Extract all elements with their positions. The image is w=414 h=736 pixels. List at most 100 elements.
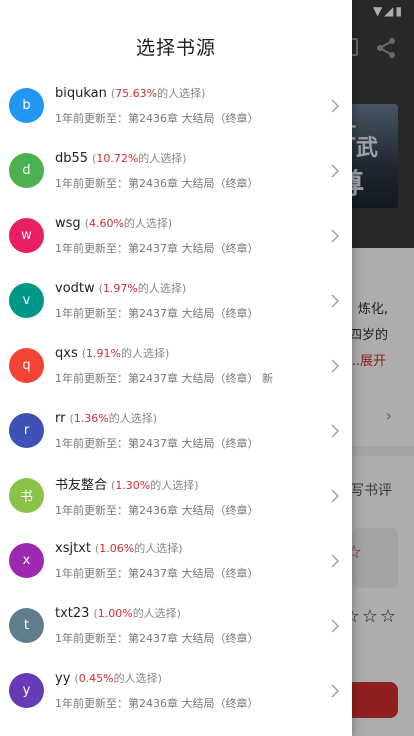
selection-rate: (1.30%的人选择)	[111, 479, 199, 492]
source-avatar: t	[9, 608, 44, 643]
selection-rate-suffix: 的人选择)	[108, 412, 158, 425]
selection-percent: 1.00%	[97, 607, 133, 620]
source-name: db55	[55, 151, 89, 166]
chevron-right-icon	[331, 684, 339, 697]
selection-percent: 1.91%	[86, 347, 121, 360]
source-title-line: 书友整合 (1.30%的人选择)	[55, 474, 352, 493]
source-avatar: q	[9, 348, 44, 383]
selection-rate-suffix: 的人选择)	[132, 607, 181, 620]
source-avatar: v	[9, 283, 44, 318]
source-name: biqukan	[55, 86, 107, 101]
source-item[interactable]: t txt23 (1.00%的人选择) 1年前更新至：第2437章 大结局（终章）	[0, 593, 352, 658]
source-avatar: x	[9, 543, 44, 578]
avatar-letter: v	[22, 293, 31, 308]
selection-rate: (1.36%的人选择)	[69, 412, 157, 425]
selection-percent: 4.60%	[88, 217, 124, 230]
chevron-right-icon	[331, 99, 339, 112]
source-item[interactable]: q qxs (1.91%的人选择) 1年前更新至：第2437章 大结局（终章） 新	[0, 333, 352, 398]
source-item[interactable]: r rr (1.36%的人选择) 1年前更新至：第2437章 大结局（终章）	[0, 398, 352, 463]
chevron-right-icon	[331, 229, 339, 242]
avatar-letter: w	[21, 228, 32, 243]
source-name: 书友整合	[55, 477, 108, 493]
selection-rate: (1.91%的人选择)	[82, 347, 170, 360]
selection-rate-suffix: 的人选择)	[157, 87, 206, 100]
source-title-line: yy (0.45%的人选择)	[55, 670, 352, 686]
source-item[interactable]: x xsjtxt (1.06%的人选择) 1年前更新至：第2437章 大结局（终章…	[0, 528, 352, 593]
source-title-line: vodtw (1.97%的人选择)	[55, 280, 352, 296]
selection-percent: 1.06%	[99, 542, 135, 555]
selection-percent: 10.72%	[96, 152, 139, 165]
selection-rate: (10.72%的人选择)	[92, 152, 187, 165]
source-item[interactable]: v vodtw (1.97%的人选择) 1年前更新至：第2437章 大结局（终章）	[0, 268, 352, 333]
source-avatar: b	[9, 88, 44, 123]
selection-rate: (4.60%的人选择)	[85, 217, 173, 230]
source-title-line: rr (1.36%的人选择)	[55, 410, 352, 426]
selection-percent: 1.36%	[73, 412, 109, 425]
source-item[interactable]: b biqukan (75.63%的人选择) 1年前更新至：第2436章 大结局（…	[0, 73, 352, 138]
source-name: yy	[55, 671, 71, 686]
selection-rate: (1.00%的人选择)	[93, 607, 181, 620]
latest-update: 1年前更新至：第2437章 大结局（终章）	[55, 567, 259, 580]
avatar-letter: x	[22, 553, 31, 568]
source-name: qxs	[55, 346, 78, 361]
source-name: vodtw	[55, 281, 95, 296]
chevron-right-icon	[331, 619, 339, 632]
chevron-right-icon	[331, 554, 339, 567]
selection-percent: 75.63%	[115, 87, 158, 100]
source-select-drawer: 选择书源 b biqukan (75.63%的人选择) 1年前更新至：第2436章…	[0, 0, 352, 736]
source-list: b biqukan (75.63%的人选择) 1年前更新至：第2436章 大结局（…	[0, 73, 352, 723]
chevron-right-icon	[331, 489, 339, 502]
selection-percent: 0.45%	[78, 672, 114, 685]
source-item[interactable]: w wsg (4.60%的人选择) 1年前更新至：第2437章 大结局（终章）	[0, 203, 352, 268]
latest-update: 1年前更新至：第2436章 大结局（终章）	[55, 503, 259, 517]
selection-rate-suffix: 的人选择)	[150, 478, 199, 492]
chevron-right-icon	[331, 424, 339, 437]
selection-rate-suffix: 的人选择)	[123, 217, 173, 230]
avatar-letter: b	[22, 98, 31, 113]
latest-update: 1年前更新至：第2437章 大结局（终章） 新	[55, 372, 273, 385]
source-name: rr	[55, 411, 66, 426]
latest-update: 1年前更新至：第2436章 大结局（终章）	[55, 697, 259, 710]
source-item[interactable]: d db55 (10.72%的人选择) 1年前更新至：第2436章 大结局（终章）	[0, 138, 352, 203]
drawer-title: 选择书源	[135, 37, 216, 59]
source-title-line: qxs (1.91%的人选择)	[55, 345, 352, 361]
avatar-letter: r	[23, 423, 30, 438]
source-item[interactable]: y yy (0.45%的人选择) 1年前更新至：第2436章 大结局（终章）	[0, 658, 352, 723]
latest-update: 1年前更新至：第2437章 大结局（终章）	[55, 632, 259, 645]
source-name: xsjtxt	[55, 541, 91, 556]
selection-rate-suffix: 的人选择)	[137, 282, 187, 295]
source-info: xsjtxt (1.06%的人选择) 1年前更新至：第2437章 大结局（终章）	[55, 540, 352, 581]
latest-update: 1年前更新至：第2437章 大结局（终章）	[55, 242, 259, 255]
source-info: txt23 (1.00%的人选择) 1年前更新至：第2437章 大结局（终章）	[55, 605, 352, 646]
source-info: wsg (4.60%的人选择) 1年前更新至：第2437章 大结局（终章）	[55, 215, 352, 256]
selection-rate-suffix: 的人选择)	[134, 542, 183, 555]
selection-rate: (1.97%的人选择)	[99, 282, 187, 295]
source-title-line: xsjtxt (1.06%的人选择)	[55, 540, 352, 556]
source-avatar: 书	[9, 478, 44, 513]
source-info: vodtw (1.97%的人选择) 1年前更新至：第2437章 大结局（终章）	[55, 280, 352, 321]
source-title-line: txt23 (1.00%的人选择)	[55, 605, 352, 621]
avatar-letter: t	[23, 618, 30, 633]
selection-percent: 1.97%	[102, 282, 138, 295]
selection-rate: (1.06%的人选择)	[95, 542, 183, 555]
selection-rate-suffix: 的人选择)	[120, 347, 170, 360]
source-info: qxs (1.91%的人选择) 1年前更新至：第2437章 大结局（终章） 新	[55, 345, 352, 386]
avatar-letter: y	[22, 683, 31, 698]
selection-rate: (75.63%的人选择)	[111, 87, 206, 100]
source-name: wsg	[55, 216, 81, 231]
source-item[interactable]: 书 书友整合 (1.30%的人选择) 1年前更新至：第2436章 大结局（终章）	[0, 463, 352, 528]
source-info: 书友整合 (1.30%的人选择) 1年前更新至：第2436章 大结局（终章）	[55, 474, 352, 518]
chevron-right-icon	[331, 359, 339, 372]
source-title-line: biqukan (75.63%的人选择)	[55, 85, 352, 101]
chevron-right-icon	[331, 164, 339, 177]
selection-rate-suffix: 的人选择)	[138, 152, 187, 165]
avatar-letter: 书	[19, 490, 33, 505]
avatar-letter: d	[22, 163, 31, 178]
source-title-line: wsg (4.60%的人选择)	[55, 215, 352, 231]
source-info: rr (1.36%的人选择) 1年前更新至：第2437章 大结局（终章）	[55, 410, 352, 451]
source-avatar: w	[9, 218, 44, 253]
source-title-line: db55 (10.72%的人选择)	[55, 150, 352, 166]
source-info: yy (0.45%的人选择) 1年前更新至：第2436章 大结局（终章）	[55, 670, 352, 711]
selection-rate-suffix: 的人选择)	[113, 672, 162, 685]
selection-percent: 1.30%	[115, 478, 151, 492]
